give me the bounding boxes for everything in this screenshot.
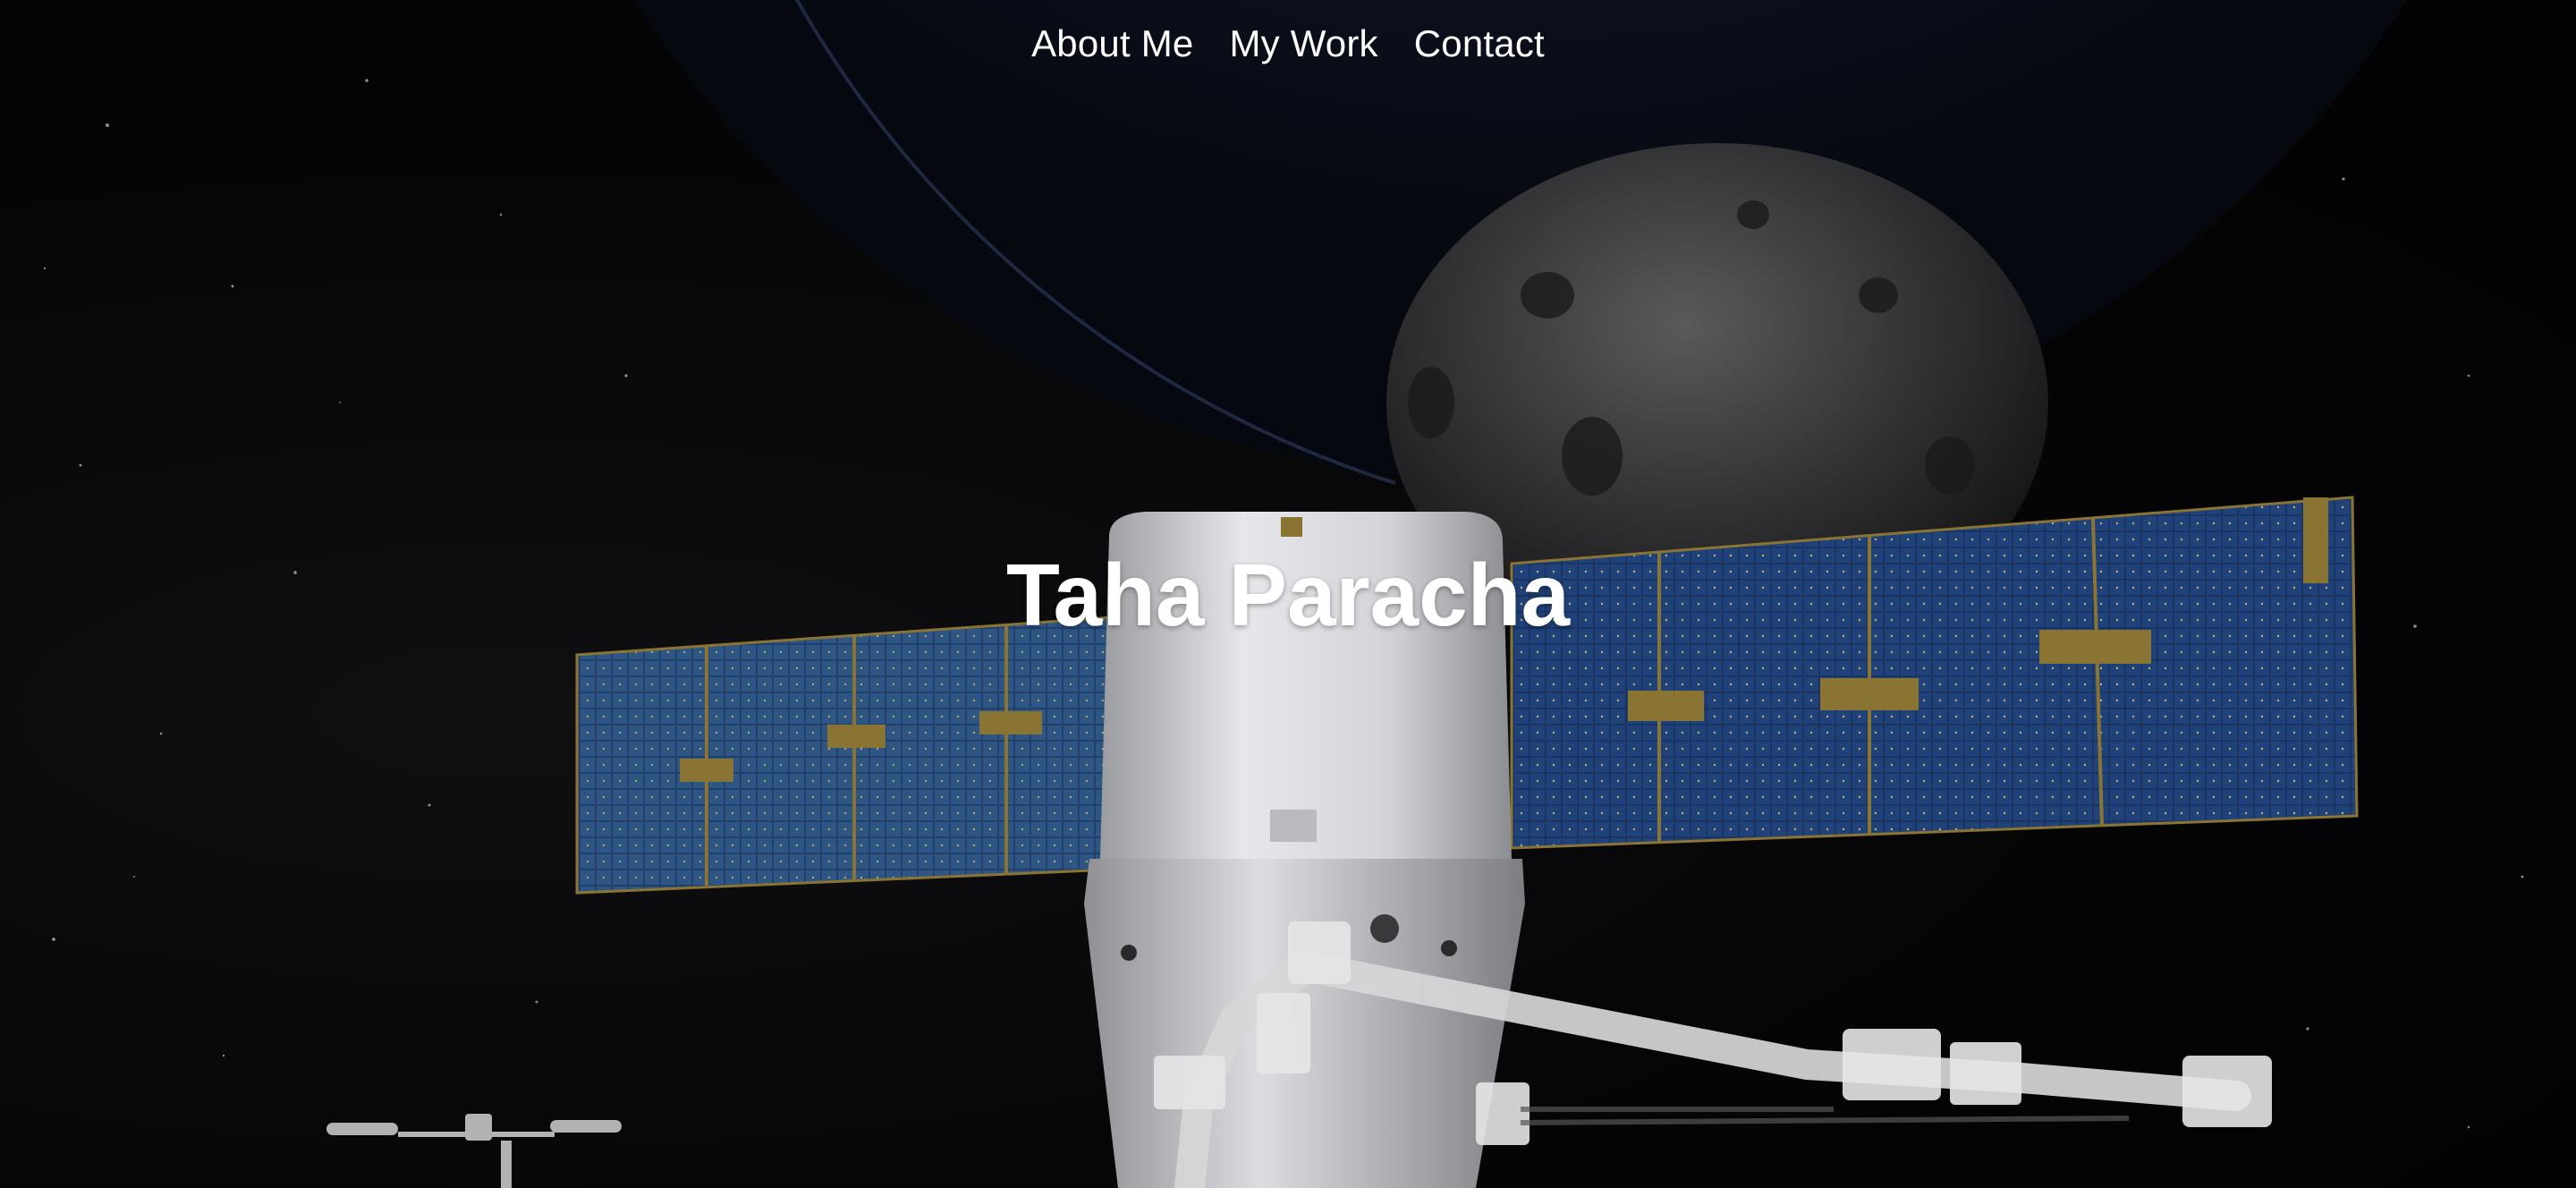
nav-link-about-me[interactable]: About Me xyxy=(1031,16,1193,72)
nav-link-contact[interactable]: Contact xyxy=(1414,16,1545,72)
main-nav: About Me My Work Contact xyxy=(0,16,2576,72)
nav-link-my-work[interactable]: My Work xyxy=(1229,16,1377,72)
portfolio-page: About Me My Work Contact Taha Paracha xyxy=(0,0,2576,1188)
hero-title: Taha Paracha xyxy=(1005,546,1571,644)
